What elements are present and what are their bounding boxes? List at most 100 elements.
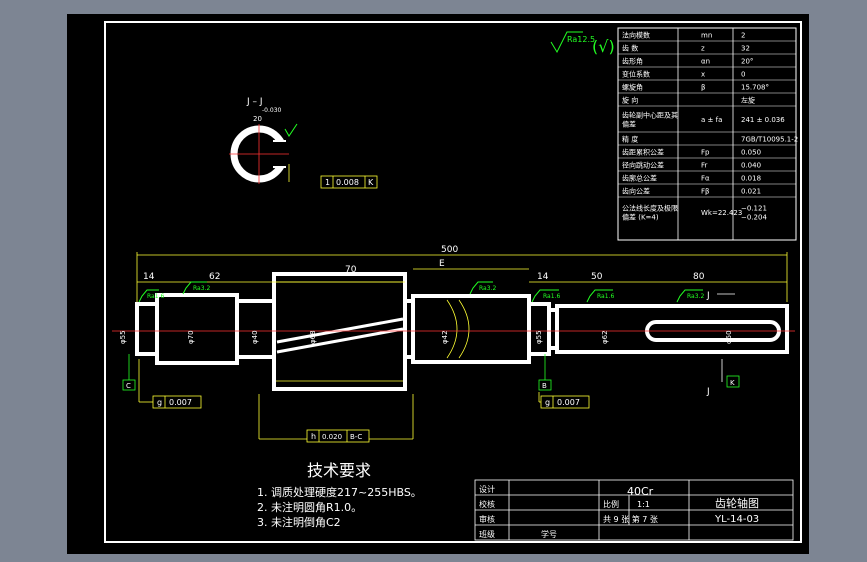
dim-segments	[137, 268, 787, 283]
dim-d2: 62	[209, 272, 220, 282]
tb-scale-label: 比例	[603, 499, 619, 509]
dim-dia-d: φ55	[535, 330, 543, 344]
spec-row-name: 齿距累积公差	[622, 148, 664, 157]
spec-row-symbol: x	[701, 71, 705, 79]
svg-text:h: h	[311, 432, 316, 441]
svg-text:J: J	[706, 387, 710, 397]
tb-role-2: 校核	[479, 499, 495, 509]
dim-dia-f: φ50	[725, 330, 733, 344]
datum-b: B	[538, 354, 552, 391]
ra-6: Ra3.2	[687, 293, 704, 300]
dim-dia-gear: φ68	[309, 330, 317, 344]
tech-notes: 技术要求 1. 调质处理硬度217~255HBS。 2. 未注明圆角R1.0。 …	[257, 461, 422, 529]
spec-row-value: 32	[741, 45, 750, 53]
svg-text:0.007: 0.007	[169, 398, 192, 407]
tb-code: YL-14-03	[714, 514, 759, 525]
dim-d7: 80	[693, 272, 705, 282]
section-tol-value: 0.008	[336, 178, 359, 187]
spec-row-name: 径向跳动公差	[622, 161, 664, 170]
spec-row-value: 15.708°	[741, 84, 769, 92]
dim-dia-c: φ42	[441, 330, 449, 344]
svg-text:0.007: 0.007	[557, 398, 580, 407]
dim-dia-left: φ55	[119, 330, 127, 344]
note-2: 2. 未注明圆角R1.0。	[257, 500, 362, 514]
section-dim-top: -0.030	[262, 107, 282, 114]
tol-frame-left: g 0.007	[138, 359, 202, 409]
drawing-canvas: 法向模数 mn 2 齿 数 z 32 齿形角 αn 20° 变位系数 x 0 螺旋角 β 15.708° 旋 …	[104, 21, 802, 543]
spec-row-symbol: Fα	[701, 175, 710, 183]
dim-d6: 50	[591, 272, 603, 282]
spec-row-name: 齿轮副中心距及其	[622, 111, 678, 120]
spec-row-name: 齿 数	[622, 44, 638, 53]
tol-frame-right: g 0.007	[538, 392, 590, 409]
spec-row-name: 螺旋角	[622, 83, 643, 92]
section-view: J – J -0.030 20 1 0.008 K	[229, 97, 378, 189]
datum-c: C	[122, 354, 136, 391]
spec-row-value: 20°	[741, 58, 753, 66]
spec-row-value: 0.018	[741, 175, 761, 183]
tb-name: 齿轮轴图	[715, 496, 759, 510]
dim-total: 500	[441, 245, 458, 255]
svg-text:g: g	[157, 398, 162, 407]
tb-sheet: 共 9 张 第 7 张	[603, 514, 658, 524]
tb-material: 40Cr	[627, 485, 654, 498]
section-tol-sym: 1	[325, 178, 330, 187]
dim-d4: E	[439, 259, 445, 269]
spec-row-name: 法向模数	[622, 31, 650, 40]
tb-student: 学号	[541, 529, 557, 539]
svg-text:B-C: B-C	[350, 433, 362, 441]
tb-role-3: 审核	[479, 514, 495, 524]
shaft-outline	[135, 272, 789, 391]
spec-row-name: 精 度	[622, 135, 638, 144]
note-3: 3. 未注明倒角C2	[257, 515, 341, 529]
spec-row-value: 2	[741, 32, 745, 40]
spec-row-name: 偏差	[622, 120, 636, 129]
ra-4: Ra1.6	[543, 293, 560, 300]
ra-5: Ra1.6	[597, 293, 614, 300]
roughness-symbols	[138, 281, 703, 303]
spec-row-name: 齿向公差	[622, 187, 650, 196]
spec-row-name: 公法线长度及极限	[622, 204, 678, 213]
tb-scale-value: 1:1	[637, 500, 650, 509]
roughness-check-mark: (√)	[592, 37, 615, 56]
tb-role-4: 班级	[479, 529, 495, 539]
spec-row-symbol: Fr	[701, 162, 708, 170]
spec-row-name: 齿形角	[622, 57, 643, 66]
spec-row-value: 7GB/T10095.1-2	[741, 136, 798, 144]
svg-text:g: g	[545, 398, 550, 407]
svg-text:B: B	[542, 382, 547, 390]
spec-row-value: −0.121	[741, 205, 767, 213]
dim-dia-b: φ40	[251, 330, 259, 344]
spec-row-symbol: mn	[701, 32, 712, 40]
ra-3: Ra3.2	[479, 285, 496, 292]
spec-row-value: 0.021	[741, 188, 761, 196]
spec-row-symbol: Wk=22.423	[701, 209, 742, 217]
spec-row-value: 241 ± 0.036	[741, 116, 785, 124]
cad-viewport[interactable]: 法向模数 mn 2 齿 数 z 32 齿形角 αn 20° 变位系数 x 0 螺旋角 β 15.708° 旋 …	[67, 14, 809, 554]
section-tol-datum: K	[368, 178, 374, 187]
tb-role-1: 设计	[479, 484, 495, 494]
svg-text:C: C	[126, 382, 131, 390]
spec-row-symbol: αn	[701, 58, 710, 66]
section-label: J – J	[246, 97, 263, 107]
spec-row-symbol: Fβ	[701, 188, 710, 196]
general-roughness: Ra12.5 (√)	[550, 31, 615, 56]
spec-row-value: −0.204	[741, 214, 767, 222]
spec-row-name: 变位系数	[622, 70, 650, 79]
spec-row-value: 0.040	[741, 162, 761, 170]
section-dim-width: 20	[253, 115, 262, 123]
ra-2: Ra3.2	[193, 285, 210, 292]
dim-dia-a: φ70	[187, 330, 195, 344]
spec-row-name: 齿廓总公差	[622, 174, 657, 183]
roughness-label: Ra12.5	[567, 35, 595, 44]
ra-1: Ra1.6	[147, 293, 164, 300]
dim-d5: 14	[537, 272, 549, 282]
svg-text:K: K	[730, 379, 735, 387]
svg-text:J: J	[706, 291, 710, 301]
svg-text:0.020: 0.020	[322, 433, 342, 441]
spec-row-value: 左旋	[741, 96, 755, 105]
dim-d1: 14	[143, 272, 155, 282]
spec-row-symbol: a ± fa	[701, 116, 722, 124]
spec-row-symbol: β	[701, 84, 705, 92]
note-1: 1. 调质处理硬度217~255HBS。	[257, 485, 422, 499]
